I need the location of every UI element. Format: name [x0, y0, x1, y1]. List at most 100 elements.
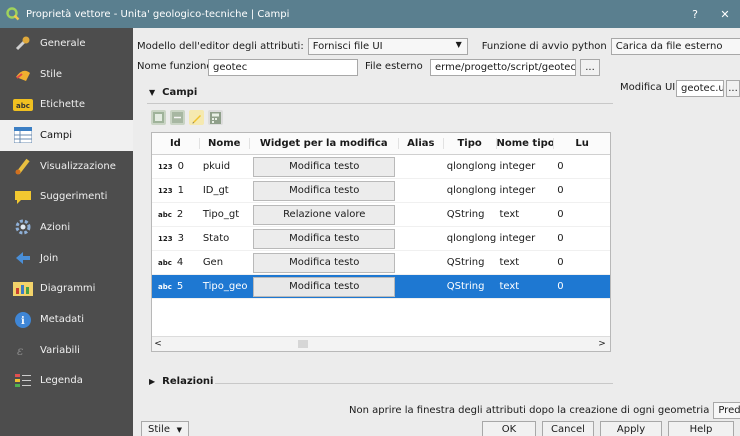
- cell-nome-tipo: text: [499, 281, 520, 292]
- svg-text:abc: abc: [16, 102, 30, 110]
- cell-alias[interactable]: [399, 179, 444, 202]
- column-header-nome-tipo[interactable]: Nome tipo: [497, 138, 555, 149]
- sidebar-item-etichette[interactable]: abc Etichette: [0, 89, 133, 120]
- cell-alias[interactable]: [399, 251, 444, 274]
- widget-edit-button[interactable]: Modifica testo: [253, 252, 396, 273]
- sidebar-item-label: Legenda: [40, 375, 83, 387]
- cell-tipo: QString: [446, 281, 485, 292]
- table-row-selected[interactable]: abc 5 Tipo_geo Modifica testo QString tex…: [152, 275, 610, 299]
- column-header-tipo[interactable]: Tipo: [444, 138, 497, 149]
- cell-lunghezza: 0: [557, 209, 564, 220]
- apply-button[interactable]: Apply: [600, 421, 662, 436]
- table-row[interactable]: abc 4 Gen Modifica testo QString text 0: [152, 251, 610, 275]
- fields-table-icon: [12, 125, 34, 145]
- cell-alias[interactable]: [399, 227, 444, 250]
- title-bar: Proprietà vettore - Unita' geologico-tec…: [0, 0, 740, 28]
- sidebar-item-label: Azioni: [40, 221, 71, 233]
- sidebar-item-metadati[interactable]: i Metadati: [0, 304, 133, 335]
- sidebar-item-suggerimenti[interactable]: Suggerimenti: [0, 181, 133, 212]
- cell-nome: Tipo_gt: [202, 209, 240, 220]
- file-esterno-input[interactable]: erme/progetto/script/geotec.py: [430, 59, 576, 76]
- cell-alias[interactable]: [399, 275, 444, 298]
- cell-id: 5: [176, 281, 184, 292]
- sidebar-item-label: Generale: [40, 37, 86, 49]
- browse-file-button[interactable]: ...: [580, 59, 600, 76]
- cell-nome: Tipo_geo: [202, 281, 248, 292]
- modifica-ui-input[interactable]: geotec.ui: [676, 80, 724, 97]
- table-row[interactable]: 123 3 Stato Modifica testo qlonglong inte…: [152, 227, 610, 251]
- new-field-icon[interactable]: [151, 110, 166, 125]
- column-header-widget[interactable]: Widget per la modifica: [250, 138, 399, 149]
- sidebar-item-campi[interactable]: Campi: [0, 120, 133, 151]
- sidebar-item-label: Etichette: [40, 99, 85, 111]
- edit-pencil-icon[interactable]: [189, 110, 204, 125]
- cancel-button[interactable]: Cancel: [542, 421, 594, 436]
- sidebar-item-generale[interactable]: Generale: [0, 28, 133, 59]
- cell-nome: pkuid: [202, 161, 231, 172]
- sidebar-item-stile[interactable]: Stile: [0, 59, 133, 90]
- scroll-thumb[interactable]: [298, 340, 308, 348]
- sidebar-item-azioni[interactable]: Azioni: [0, 212, 133, 243]
- cell-alias[interactable]: [399, 203, 444, 226]
- table-row[interactable]: 123 1 ID_gt Modifica testo qlonglong inte…: [152, 179, 610, 203]
- fields-toolbar: [151, 110, 223, 125]
- funzione-avvio-select[interactable]: Carica da file esterno ▼: [610, 38, 740, 55]
- widget-edit-button[interactable]: Relazione valore: [253, 204, 396, 225]
- cell-lunghezza: 0: [557, 161, 564, 172]
- widget-edit-button[interactable]: Modifica testo: [253, 276, 396, 297]
- nome-funzione-label: Nome funzione: [137, 61, 213, 72]
- funzione-avvio-value: Carica da file esterno: [615, 41, 723, 52]
- sidebar-item-diagrammi[interactable]: Diagrammi: [0, 274, 133, 305]
- fields-table: Id Nome Widget per la modifica Alias Tip…: [151, 132, 611, 352]
- cell-alias[interactable]: [399, 155, 444, 178]
- modello-select[interactable]: Fornisci file UI ▼: [307, 38, 468, 55]
- cell-lunghezza: 0: [557, 233, 564, 244]
- sidebar-item-join[interactable]: Join: [0, 243, 133, 274]
- column-header-lunghezza[interactable]: Lu: [554, 138, 610, 149]
- widget-edit-button[interactable]: Modifica testo: [253, 180, 396, 201]
- table-row[interactable]: abc 2 Tipo_gt Relazione valore QString te…: [152, 203, 610, 227]
- widget-edit-button[interactable]: Modifica testo: [253, 228, 396, 249]
- svg-text:i: i: [21, 316, 25, 327]
- sidebar-item-legenda[interactable]: Legenda: [0, 366, 133, 397]
- suppress-form-row: Non aprire la finestra degli attributi d…: [349, 402, 740, 419]
- column-header-id[interactable]: Id: [152, 138, 200, 149]
- style-menu-button[interactable]: Stile ▼: [141, 421, 189, 436]
- type-text-icon: abc: [158, 258, 172, 267]
- scroll-left-icon[interactable]: <: [152, 339, 164, 349]
- suppress-form-label: Non aprire la finestra degli attributi d…: [349, 405, 710, 416]
- qgis-logo-icon: [6, 7, 20, 21]
- label-abc-icon: abc: [12, 95, 34, 115]
- relazioni-group-divider: [215, 383, 613, 384]
- close-window-button[interactable]: ✕: [710, 8, 740, 21]
- cell-lunghezza: 0: [557, 281, 564, 292]
- field-calculator-icon[interactable]: [208, 110, 223, 125]
- horizontal-scrollbar[interactable]: < >: [152, 336, 610, 351]
- nome-funzione-input[interactable]: geotec: [208, 59, 358, 76]
- campi-group-header[interactable]: ▼ Campi: [149, 87, 197, 98]
- sidebar-item-variabili[interactable]: ε Variabili: [0, 335, 133, 366]
- relazioni-group-header[interactable]: ▶ Relazioni: [149, 376, 213, 387]
- table-header: Id Nome Widget per la modifica Alias Tip…: [152, 133, 610, 155]
- suppress-form-select[interactable]: Predefinito: [713, 402, 740, 419]
- file-esterno-label: File esterno: [365, 61, 423, 72]
- delete-field-icon[interactable]: [170, 110, 185, 125]
- help-button[interactable]: Help: [668, 421, 734, 436]
- column-header-alias[interactable]: Alias: [399, 138, 444, 149]
- widget-edit-button[interactable]: Modifica testo: [253, 156, 396, 177]
- column-header-nome[interactable]: Nome: [200, 138, 250, 149]
- type-numeric-icon: 123: [158, 186, 173, 195]
- editor-model-row: Modello dell'editor degli attributi: For…: [137, 38, 740, 55]
- browse-ui-button[interactable]: ...: [726, 80, 740, 97]
- help-title-button[interactable]: ?: [680, 8, 710, 21]
- table-row[interactable]: 123 0 pkuid Modifica testo qlonglong inte…: [152, 155, 610, 179]
- cell-id: 4: [176, 257, 184, 268]
- cell-id: 0: [177, 161, 184, 172]
- ok-button[interactable]: OK: [482, 421, 536, 436]
- scroll-right-icon[interactable]: >: [596, 339, 608, 349]
- sidebar-item-visualizzazione[interactable]: Visualizzazione: [0, 151, 133, 182]
- type-numeric-icon: 123: [158, 234, 173, 243]
- join-arrow-icon: [12, 248, 34, 268]
- sidebar-item-label: Stile: [40, 68, 62, 80]
- sidebar-item-label: Campi: [40, 129, 72, 141]
